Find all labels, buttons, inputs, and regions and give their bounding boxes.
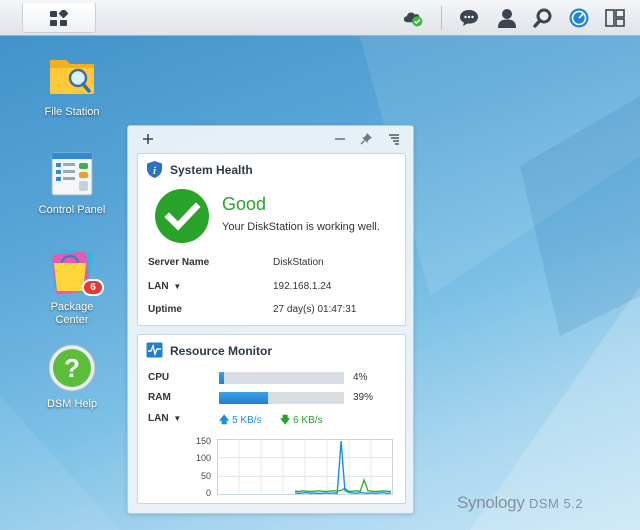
synology-watermark: Synology DSM 5.2 xyxy=(457,493,583,513)
control-panel-icon xyxy=(51,152,93,196)
uptime-label: Uptime xyxy=(148,304,182,315)
server-name-label: Server Name xyxy=(148,257,210,268)
status-good-check-icon xyxy=(155,189,209,243)
add-widget-icon[interactable] xyxy=(142,133,154,145)
taskbar-divider xyxy=(441,6,442,30)
lan-network-label: LAN xyxy=(148,413,169,424)
ram-label: RAM xyxy=(148,392,171,403)
lan-ip-value: 192.168.1.24 xyxy=(273,281,332,292)
chevron-down-icon: ▼ xyxy=(173,282,182,291)
search-icon[interactable] xyxy=(532,7,554,29)
cpu-usage-fill xyxy=(219,372,224,384)
chart-y-tick: 50 xyxy=(200,471,211,481)
server-name-value: DiskStation xyxy=(273,257,324,268)
info-shield-icon: i xyxy=(147,161,162,178)
desktop-icon-dsm-help[interactable]: ? DSM Help xyxy=(32,342,112,411)
chevron-down-icon: ▼ xyxy=(173,414,182,423)
ram-usage-value: 39% xyxy=(353,392,374,403)
main-menu-icon xyxy=(50,10,69,26)
settings-icon[interactable] xyxy=(388,133,400,145)
health-status-message: Your DiskStation is working well. xyxy=(222,221,380,233)
desktop-icon-label: DSM Help xyxy=(46,398,98,410)
cloud-status-icon[interactable] xyxy=(402,7,424,29)
cpu-usage-bar xyxy=(219,372,344,384)
ram-usage-fill xyxy=(219,392,268,404)
widget-panel-header xyxy=(128,126,413,150)
widget-panel: i System Health Good Your DiskStation is… xyxy=(127,125,414,514)
svg-text:?: ? xyxy=(64,353,80,383)
uptime-value: 27 day(s) 01:47:31 xyxy=(273,304,357,315)
system-health-card: i System Health Good Your DiskStation is… xyxy=(137,153,406,326)
widgets-icon[interactable] xyxy=(568,7,590,29)
watermark-product: DSM 5.2 xyxy=(528,496,584,511)
window-layout-icon[interactable] xyxy=(604,7,626,29)
desktop-icon-label: Package Center xyxy=(32,301,112,327)
download-rate-value: 6 KB/s xyxy=(293,415,323,426)
desktop-icon-label: File Station xyxy=(44,106,100,118)
resource-monitor-title: Resource Monitor xyxy=(170,344,273,358)
chart-y-tick: 100 xyxy=(195,453,211,463)
network-traffic-chart xyxy=(217,439,393,495)
minimize-icon[interactable] xyxy=(334,133,346,145)
lan-label: LAN xyxy=(148,281,169,292)
package-update-badge: 6 xyxy=(82,279,104,296)
watermark-brand: Synology xyxy=(457,493,525,512)
system-health-title: System Health xyxy=(170,163,253,177)
desktop-icon-file-station[interactable]: File Station xyxy=(32,50,112,119)
upload-rate-value: 5 KB/s xyxy=(232,415,262,426)
taskbar xyxy=(0,0,640,36)
lan-network-dropdown[interactable]: LAN ▼ xyxy=(148,413,181,424)
health-status-text: Good xyxy=(222,194,267,214)
label-line: Package xyxy=(50,301,94,313)
notifications-icon[interactable] xyxy=(458,7,480,29)
main-menu-button[interactable] xyxy=(22,3,96,33)
desktop-icon-label: Control Panel xyxy=(38,204,106,216)
resource-monitor-card: Resource Monitor CPU 4% RAM 39% LAN ▼ 🡅 … xyxy=(137,334,406,504)
cpu-usage-value: 4% xyxy=(353,372,368,383)
upload-arrow-icon: 🡅 xyxy=(219,415,230,426)
label-line: Center xyxy=(55,314,89,326)
download-rate: 🡇 6 KB/s xyxy=(280,413,323,430)
file-station-icon xyxy=(50,60,94,94)
help-icon: ? xyxy=(48,344,96,392)
desktop-icon-control-panel[interactable]: Control Panel xyxy=(32,148,112,217)
cpu-label: CPU xyxy=(148,372,170,383)
chart-y-tick: 150 xyxy=(195,436,211,446)
pin-icon[interactable] xyxy=(360,132,373,145)
desktop-icon-package-center[interactable]: 6 Package Center xyxy=(32,245,112,327)
upload-rate: 🡅 5 KB/s xyxy=(219,413,262,430)
chart-y-tick: 0 xyxy=(205,488,211,498)
resource-monitor-icon xyxy=(146,342,163,358)
ram-usage-bar xyxy=(219,392,344,404)
user-icon[interactable] xyxy=(496,7,518,29)
lan-dropdown[interactable]: LAN ▼ xyxy=(148,281,181,292)
download-arrow-icon: 🡇 xyxy=(280,415,291,426)
